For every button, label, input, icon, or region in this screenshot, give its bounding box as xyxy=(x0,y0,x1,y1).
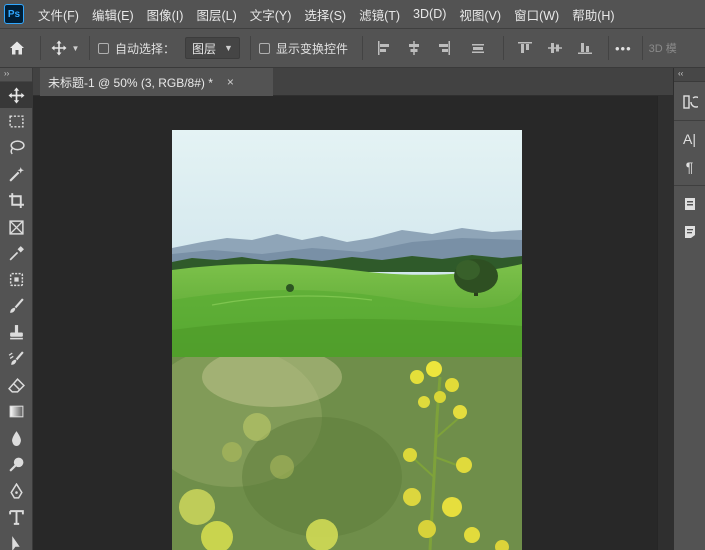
menu-image[interactable]: 图像(I) xyxy=(147,5,184,24)
chevron-down-icon: ▼ xyxy=(71,43,80,53)
magic-wand-icon xyxy=(9,166,24,182)
menu-filter[interactable]: 滤镜(T) xyxy=(359,5,400,24)
right-panel-dock: ‹‹ A| ¶ xyxy=(673,68,705,550)
move-tool[interactable] xyxy=(0,82,33,109)
magic-wand-tool[interactable] xyxy=(0,161,33,187)
dodge-icon xyxy=(9,457,24,472)
type-icon xyxy=(9,510,24,525)
3d-mode-label: 3D 模 xyxy=(648,43,677,55)
document-tab-bar: 未标题-1 @ 50% (3, RGB/8#) * × xyxy=(33,68,673,96)
auto-select-checkbox[interactable] xyxy=(98,42,109,54)
collapse-panels-icon[interactable]: ‹‹ xyxy=(674,68,705,82)
eraser-icon xyxy=(8,378,25,393)
document-tab-title: 未标题-1 @ 50% (3, RGB/8#) * xyxy=(48,75,213,90)
menu-edit[interactable]: 编辑(E) xyxy=(92,5,134,24)
divider xyxy=(249,36,251,60)
divider xyxy=(502,36,504,60)
paragraph-panel-icon[interactable]: ¶ xyxy=(674,153,705,181)
show-transform-checkbox[interactable] xyxy=(258,42,270,54)
show-transform-label: 显示变换控件 xyxy=(275,41,348,56)
gradient-tool[interactable] xyxy=(0,399,33,425)
history-brush-tool[interactable] xyxy=(0,346,33,372)
pen-tool[interactable] xyxy=(0,478,33,504)
photoshop-logo: Ps xyxy=(4,4,24,24)
crop-icon xyxy=(9,193,24,209)
stamp-icon xyxy=(10,325,23,340)
auto-select-dropdown[interactable]: 图层 ▼ xyxy=(185,37,240,59)
align-vertical-centers-icon[interactable] xyxy=(546,39,564,57)
align-left-edges-icon[interactable] xyxy=(375,39,393,57)
blur-tool[interactable] xyxy=(0,425,33,451)
align-bottom-edges-icon[interactable] xyxy=(576,39,594,57)
collapse-toolbar-icon[interactable]: ›› xyxy=(0,68,32,82)
auto-select-label: 自动选择： xyxy=(115,41,176,56)
character-panel-icon[interactable]: A| xyxy=(674,125,705,153)
clone-stamp-tool[interactable] xyxy=(0,320,33,346)
rectangular-marquee-icon xyxy=(9,115,24,128)
menu-window[interactable]: 窗口(W) xyxy=(514,5,559,24)
marquee-tool[interactable] xyxy=(0,108,33,134)
menu-help[interactable]: 帮助(H) xyxy=(572,5,614,24)
eyedropper-tool[interactable] xyxy=(0,240,33,266)
blur-drop-icon xyxy=(12,430,21,446)
vertical-scrollbar[interactable] xyxy=(657,96,673,550)
menu-3d[interactable]: 3D(D) xyxy=(413,7,446,21)
lasso-icon xyxy=(10,140,25,155)
divider xyxy=(607,36,609,60)
menu-bar: Ps 文件(F) 编辑(E) 图像(I) 图层(L) 文字(Y) 选择(S) 滤… xyxy=(0,0,705,28)
path-selection-icon xyxy=(12,536,20,550)
menu-select[interactable]: 选择(S) xyxy=(304,5,346,24)
tools-panel: ›› xyxy=(0,68,33,550)
document-tab[interactable]: 未标题-1 @ 50% (3, RGB/8#) * × xyxy=(40,68,273,96)
healing-tool[interactable] xyxy=(0,267,33,293)
move-icon xyxy=(8,87,25,104)
pen-icon xyxy=(10,482,23,499)
divider xyxy=(361,36,363,60)
move-tool-preset-icon[interactable]: ▼ xyxy=(47,40,83,56)
divider xyxy=(674,120,705,121)
landscape-photo xyxy=(172,130,522,357)
type-tool[interactable] xyxy=(0,504,33,530)
divider xyxy=(674,185,705,186)
gradient-icon xyxy=(9,406,24,418)
brush-tool[interactable] xyxy=(0,293,33,319)
brush-icon xyxy=(10,298,24,313)
flowers-photo-layer xyxy=(172,357,522,550)
align-right-edges-icon[interactable] xyxy=(435,39,453,57)
close-icon[interactable]: × xyxy=(227,75,234,89)
crop-tool[interactable] xyxy=(0,188,33,214)
align-top-edges-icon[interactable] xyxy=(516,39,534,57)
chevron-down-icon: ▼ xyxy=(224,43,233,53)
document-canvas[interactable] xyxy=(172,130,522,550)
landscape-photo-layer xyxy=(172,130,522,357)
align-horizontal-centers-icon[interactable] xyxy=(405,39,423,57)
menu-file[interactable]: 文件(F) xyxy=(38,5,79,24)
menu-view[interactable]: 视图(V) xyxy=(459,5,501,24)
distribute-vertical-icon[interactable] xyxy=(469,39,487,57)
menu-layer[interactable]: 图层(L) xyxy=(196,5,236,24)
divider xyxy=(641,36,643,60)
frame-tool[interactable] xyxy=(0,214,33,240)
options-bar: ▼ 自动选择： 图层 ▼ 显示变换控件 ••• 3D 模 xyxy=(0,28,705,68)
eyedropper-icon xyxy=(9,246,24,261)
frame-icon xyxy=(9,220,24,235)
flowers-photo xyxy=(172,357,522,550)
menu-type[interactable]: 文字(Y) xyxy=(250,5,292,24)
history-panel-icon[interactable] xyxy=(674,88,705,116)
notes-panel-icon[interactable] xyxy=(674,218,705,246)
eraser-tool[interactable] xyxy=(0,372,33,398)
divider xyxy=(40,36,41,60)
lasso-tool[interactable] xyxy=(0,135,33,161)
more-options-button[interactable]: ••• xyxy=(615,41,632,56)
properties-panel-icon[interactable] xyxy=(674,190,705,218)
divider xyxy=(89,36,90,60)
history-brush-icon xyxy=(8,350,24,365)
dodge-tool[interactable] xyxy=(0,451,33,477)
home-icon[interactable] xyxy=(0,40,34,56)
path-selection-tool[interactable] xyxy=(0,531,33,550)
auto-select-value: 图层 xyxy=(192,41,217,56)
patch-icon xyxy=(9,273,24,287)
